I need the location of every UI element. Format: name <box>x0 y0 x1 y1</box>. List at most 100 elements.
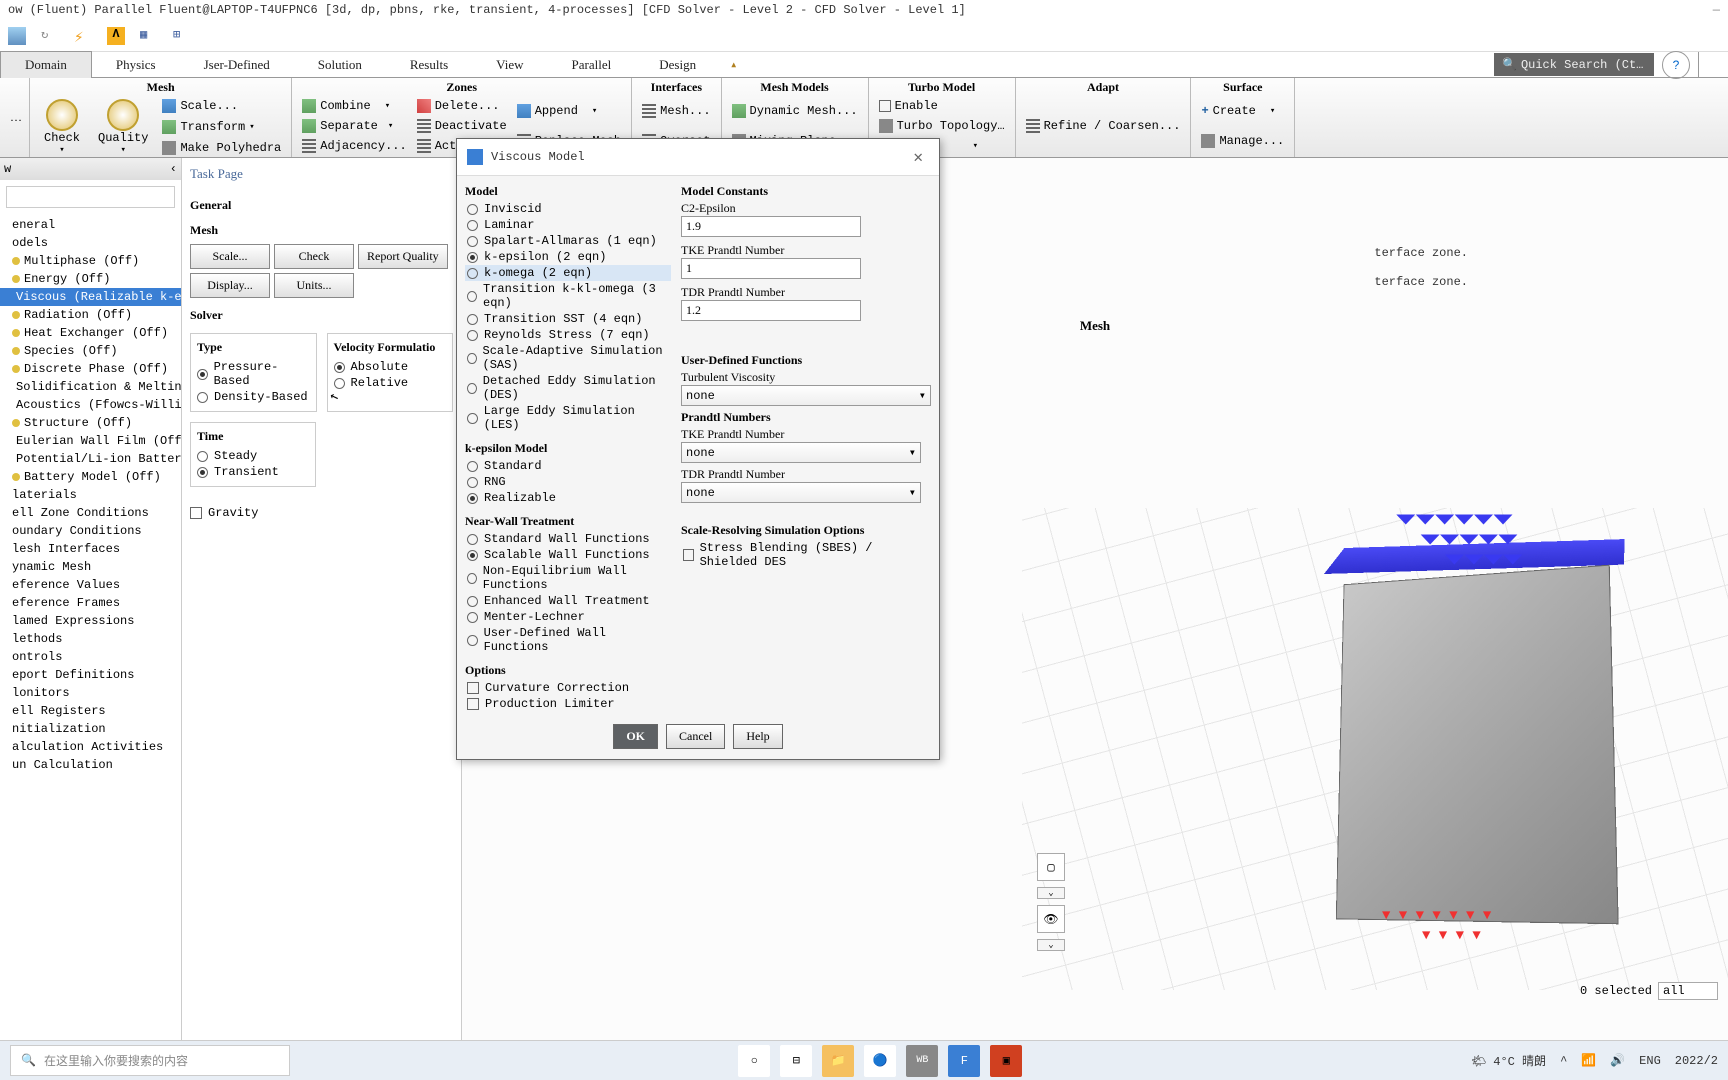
ke-model-radio[interactable]: Standard <box>465 458 671 474</box>
tree-item[interactable]: Battery Model (Off) <box>0 468 181 486</box>
tree-item[interactable]: oundary Conditions <box>0 522 181 540</box>
ke-model-radio[interactable]: RNG <box>465 474 671 490</box>
cortana-icon[interactable]: ⊟ <box>780 1045 812 1077</box>
near-wall-radio[interactable]: Menter-Lechner <box>465 609 671 625</box>
ke-model-radio[interactable]: Realizable <box>465 490 671 506</box>
tab-parallel[interactable]: Parallel <box>548 52 636 78</box>
interfaces-mesh-button[interactable]: Mesh... <box>638 103 714 119</box>
relative-radio[interactable]: Relative <box>334 375 447 391</box>
selection-filter-input[interactable]: all <box>1658 982 1718 1000</box>
eye-view-button[interactable]: 👁 <box>1037 905 1065 933</box>
near-wall-radio[interactable]: Scalable Wall Functions <box>465 547 671 563</box>
view-expand2-button[interactable]: ⌄ <box>1037 939 1065 951</box>
tree-item[interactable]: Structure (Off) <box>0 414 181 432</box>
turbo-topology-button[interactable]: Turbo Topology… <box>875 118 1009 134</box>
help-icon[interactable]: ? <box>1662 51 1690 79</box>
tree-item[interactable]: Viscous (Realizable k-e, Scalabl <box>0 288 181 306</box>
tdr-pn-select[interactable]: none▾ <box>681 482 921 503</box>
viscous-model-radio[interactable]: Transition k-kl-omega (3 eqn) <box>465 281 671 311</box>
tree-item[interactable]: alculation Activities <box>0 738 181 756</box>
tab-design[interactable]: Design <box>635 52 720 78</box>
production-limiter-check[interactable]: Production Limiter <box>465 696 671 712</box>
collapse-icon[interactable]: ▴ <box>730 57 737 72</box>
absolute-radio[interactable]: Absolute <box>334 359 447 375</box>
viscous-model-radio[interactable]: Laminar <box>465 217 671 233</box>
viscous-model-radio[interactable]: k-omega (2 eqn) <box>465 265 671 281</box>
tree-item[interactable]: ynamic Mesh <box>0 558 181 576</box>
info-button[interactable]: … <box>6 109 26 126</box>
tree-filter-input[interactable] <box>6 186 175 208</box>
pressure-based-radio[interactable]: Pressure-Based <box>197 359 310 389</box>
check-button[interactable]: Check▾ <box>36 97 88 157</box>
tke-pn-select[interactable]: none▾ <box>681 442 921 463</box>
tree-item[interactable]: Eulerian Wall Film (Off) <box>0 432 181 450</box>
deactivate-button[interactable]: Deactivate <box>413 118 511 134</box>
turbo-enable-check[interactable]: Enable <box>875 98 1009 114</box>
units-button[interactable]: Units... <box>274 273 354 298</box>
gravity-check[interactable]: Gravity <box>190 505 453 521</box>
tree-item[interactable]: Energy (Off) <box>0 270 181 288</box>
taskview-icon[interactable]: ○ <box>738 1045 770 1077</box>
viscous-model-radio[interactable]: Inviscid <box>465 201 671 217</box>
tree-item[interactable]: ell Registers <box>0 702 181 720</box>
weather-widget[interactable]: 🌤 4°C 晴朗 <box>1471 1052 1546 1069</box>
quality-button[interactable]: Quality▾ <box>90 97 156 157</box>
turb-visc-select[interactable]: none▾ <box>681 385 931 406</box>
fit-view-button[interactable]: ▢ <box>1037 853 1065 881</box>
chrome-icon[interactable]: 🔵 <box>864 1045 896 1077</box>
delete-button[interactable]: Delete... <box>413 98 511 114</box>
refresh-icon[interactable]: ↻ <box>41 27 59 45</box>
network-icon[interactable]: 📶 <box>1581 1053 1596 1068</box>
report-quality-button[interactable]: Report Quality <box>358 244 448 269</box>
tree-item[interactable]: eport Definitions <box>0 666 181 684</box>
tree-item[interactable]: lethods <box>0 630 181 648</box>
explorer-icon[interactable]: 📁 <box>822 1045 854 1077</box>
ime-indicator[interactable]: ENG <box>1639 1054 1661 1068</box>
minimize-icon[interactable]: — <box>1713 3 1720 19</box>
tree-item[interactable]: ontrols <box>0 648 181 666</box>
scale-button[interactable]: Scale... <box>158 98 285 114</box>
volume-icon[interactable]: 🔊 <box>1610 1053 1625 1068</box>
tab-user-defined[interactable]: Jser-Defined <box>180 52 294 78</box>
tree-item[interactable]: eference Values <box>0 576 181 594</box>
quick-search-input[interactable]: 🔍Quick Search (Ct… <box>1494 53 1654 76</box>
ansys-icon[interactable]: Λ <box>107 27 125 45</box>
tree-item[interactable]: Radiation (Off) <box>0 306 181 324</box>
tab-physics[interactable]: Physics <box>92 52 180 78</box>
sbes-check[interactable]: Stress Blending (SBES) / Shielded DES <box>681 540 931 570</box>
tree-item[interactable]: eneral <box>0 216 181 234</box>
collapse-tree-icon[interactable]: ‹ <box>170 162 177 176</box>
mesh-check-button[interactable]: Check <box>274 244 354 269</box>
tree-item[interactable]: un Calculation <box>0 756 181 774</box>
view-expand-button[interactable]: ⌄ <box>1037 887 1065 899</box>
tree-item[interactable]: Potential/Li-ion Battery (Off) <box>0 450 181 468</box>
tke-prandtl-input[interactable] <box>681 258 861 279</box>
viscous-model-radio[interactable]: Detached Eddy Simulation (DES) <box>465 373 671 403</box>
density-based-radio[interactable]: Density-Based <box>197 389 310 405</box>
mesh-scale-button[interactable]: Scale... <box>190 244 270 269</box>
viscous-model-radio[interactable]: Spalart-Allmaras (1 eqn) <box>465 233 671 249</box>
tree-item[interactable]: Species (Off) <box>0 342 181 360</box>
transient-radio[interactable]: Transient <box>197 464 309 480</box>
cube-icon[interactable] <box>8 27 26 45</box>
cancel-button[interactable]: Cancel <box>666 724 725 749</box>
tree-item[interactable]: Multiphase (Off) <box>0 252 181 270</box>
tree-item[interactable]: Acoustics (Ffowcs-Williams & I <box>0 396 181 414</box>
table-icon[interactable]: ▦ <box>140 27 158 45</box>
tree-item[interactable]: eference Frames <box>0 594 181 612</box>
steady-radio[interactable]: Steady <box>197 448 309 464</box>
near-wall-radio[interactable]: Standard Wall Functions <box>465 531 671 547</box>
tree-item[interactable]: ell Zone Conditions <box>0 504 181 522</box>
c2-epsilon-input[interactable] <box>681 216 861 237</box>
curvature-correction-check[interactable]: Curvature Correction <box>465 680 671 696</box>
near-wall-radio[interactable]: Non-Equilibrium Wall Functions <box>465 563 671 593</box>
tree-item[interactable]: Discrete Phase (Off) <box>0 360 181 378</box>
viscous-model-radio[interactable]: Large Eddy Simulation (LES) <box>465 403 671 433</box>
surface-manage-button[interactable]: Manage... <box>1197 133 1288 149</box>
close-icon[interactable]: ✕ <box>907 147 929 167</box>
tree-item[interactable]: odels <box>0 234 181 252</box>
tree-item[interactable]: lesh Interfaces <box>0 540 181 558</box>
tab-view[interactable]: View <box>472 52 547 78</box>
refine-coarsen-button[interactable]: Refine / Coarsen... <box>1022 118 1185 134</box>
taskbar-search-input[interactable]: 🔍在这里输入你要搜索的内容 <box>10 1045 290 1076</box>
